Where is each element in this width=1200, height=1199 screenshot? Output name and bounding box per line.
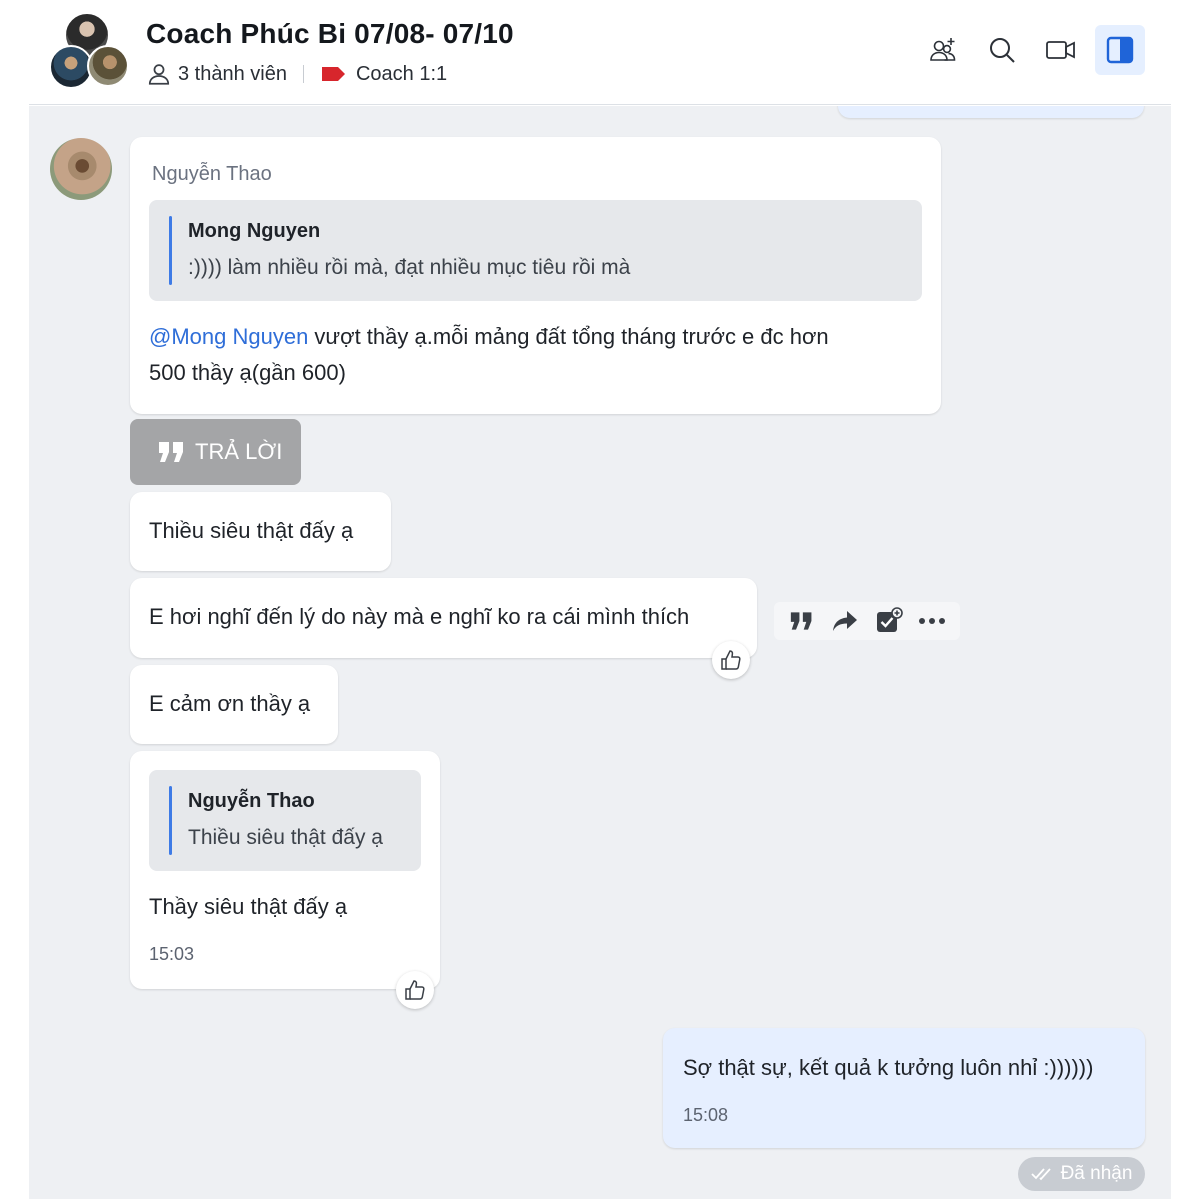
member-avatar	[87, 45, 129, 87]
chat-header: Coach Phúc Bi 07/08- 07/10 3 thành viên …	[29, 0, 1171, 105]
toggle-sidebar-icon	[1106, 36, 1134, 64]
message-text: E hơi nghĩ đến lý do này mà e nghĩ ko ra…	[149, 604, 690, 629]
previous-message-edge	[838, 106, 1144, 118]
message-text: Sợ thật sự, kết quả k tưởng luôn nhỉ :))…	[683, 1055, 1094, 1080]
delivery-status-label: Đã nhận	[1060, 1163, 1133, 1184]
tag-icon	[321, 67, 345, 81]
quote-icon	[790, 612, 812, 630]
message-bubble[interactable]: Nguyễn Thao Mong Nguyen :)))) làm nhiều …	[130, 137, 941, 414]
message-text: Thầy siêu thật đấy ạ	[149, 894, 348, 919]
message-text: Thiều siêu thật đấy ạ	[149, 518, 354, 543]
search-icon	[990, 38, 1015, 63]
more-icon	[919, 618, 946, 624]
forward-icon	[833, 611, 858, 631]
conversation-title[interactable]: Coach Phúc Bi 07/08- 07/10	[146, 18, 514, 50]
chat-area[interactable]: Nguyễn Thao Mong Nguyen :)))) làm nhiều …	[29, 106, 1171, 1199]
sender-avatar[interactable]	[50, 138, 112, 200]
group-avatar[interactable]	[49, 12, 129, 92]
thumbs-up-icon	[721, 650, 741, 670]
message-time: 15:08	[683, 1105, 729, 1125]
quote-author: Nguyễn Thao	[188, 790, 315, 812]
conversation-meta: 3 thành viên Coach 1:1	[146, 60, 447, 88]
quote-bar	[169, 786, 172, 855]
message-action-toolbar	[774, 602, 960, 640]
quote-icon	[159, 442, 183, 462]
quote-text: Thiều siêu thật đấy ạ	[188, 826, 383, 849]
thumbs-up-icon	[405, 980, 425, 1000]
header-actions	[918, 25, 1145, 75]
quote-text: :)))) làm nhiều rồi mà, đạt nhiều mục ti…	[188, 256, 631, 279]
video-call-icon	[1046, 41, 1075, 59]
toggle-sidebar-button[interactable]	[1095, 25, 1145, 75]
message-bubble[interactable]: E cảm ơn thầy ạ	[130, 665, 338, 744]
sender-name[interactable]: Nguyễn Thao	[152, 163, 272, 186]
reply-button[interactable]: TRẢ LỜI	[130, 419, 301, 485]
message-bubble[interactable]: Thiều siêu thật đấy ạ	[130, 492, 391, 571]
mention-link[interactable]: @Mong Nguyen	[149, 324, 308, 349]
message-text: @Mong Nguyen vượt thầy ạ.mỗi mảng đất tổ…	[149, 319, 924, 391]
delivery-status: Đã nhận	[1018, 1157, 1145, 1191]
divider	[302, 65, 304, 83]
add-task-button[interactable]	[872, 604, 906, 638]
forward-button[interactable]	[828, 604, 862, 638]
conversation-tag[interactable]: Coach 1:1	[356, 63, 447, 86]
message-time: 15:03	[149, 944, 195, 964]
quote-author: Mong Nguyen	[188, 220, 321, 242]
own-message-bubble[interactable]: Sợ thật sự, kết quả k tưởng luôn nhỉ :))…	[663, 1028, 1145, 1148]
reply-button-label: TRẢ LỜI	[195, 439, 283, 464]
react-button[interactable]	[712, 641, 750, 679]
quote-button[interactable]	[785, 604, 819, 638]
person-icon	[148, 64, 170, 85]
message-text-part: vượt thầy ạ.mỗi mảng đất tổng tháng trướ…	[308, 324, 829, 349]
quote-bar	[169, 216, 172, 285]
double-check-icon	[1030, 1168, 1051, 1181]
message-text: E cảm ơn thầy ạ	[149, 691, 311, 716]
react-button[interactable]	[396, 971, 434, 1009]
add-member-button[interactable]	[918, 25, 968, 75]
quoted-message[interactable]: Mong Nguyen :)))) làm nhiều rồi mà, đạt …	[149, 200, 922, 301]
more-button[interactable]	[915, 604, 949, 638]
message-bubble[interactable]: Nguyễn Thao Thiều siêu thật đấy ạ Thầy s…	[130, 751, 440, 989]
video-call-button[interactable]	[1036, 25, 1086, 75]
quoted-message[interactable]: Nguyễn Thao Thiều siêu thật đấy ạ	[149, 770, 421, 871]
message-bubble[interactable]: E hơi nghĩ đến lý do này mà e nghĩ ko ra…	[130, 578, 757, 658]
message-text-part: 500 thầy ạ(gần 600)	[149, 360, 346, 385]
add-task-icon	[876, 607, 903, 632]
member-count[interactable]: 3 thành viên	[178, 63, 287, 86]
add-member-icon	[930, 38, 956, 61]
search-button[interactable]	[977, 25, 1027, 75]
